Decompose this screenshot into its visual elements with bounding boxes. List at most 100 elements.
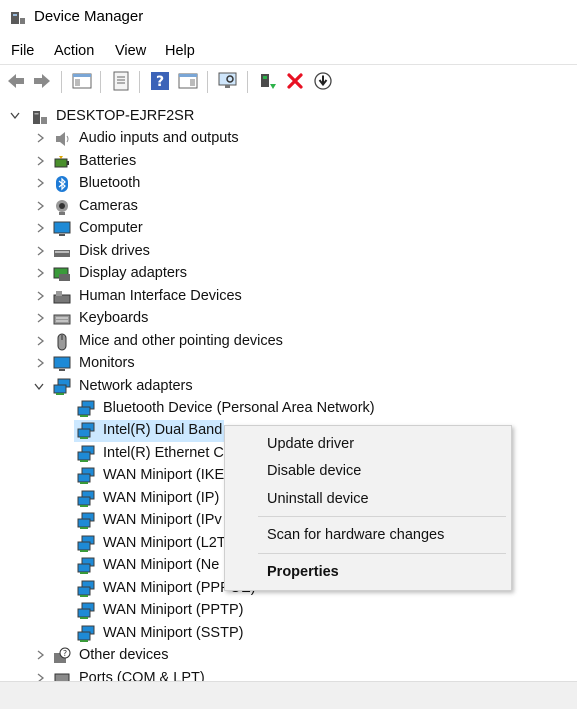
category-label: Bluetooth [79, 175, 141, 191]
title-bar: Device Manager [0, 0, 577, 37]
chevron-right-icon[interactable] [35, 267, 45, 279]
toolbar-separator [100, 71, 101, 93]
network-device-wan-ip[interactable]: WAN Miniport (IP) [0, 488, 224, 510]
chevron-right-icon[interactable] [35, 155, 45, 167]
uninstall-device-icon[interactable] [284, 70, 306, 92]
network-device-wan-ike[interactable]: WAN Miniport (IKE [0, 465, 224, 487]
tree-category-mice[interactable]: Mice and other pointing devices [0, 331, 320, 353]
category-label: Ports (COM & LPT) [79, 670, 205, 681]
properties-menu-item[interactable]: Properties [267, 564, 339, 580]
network-adapter-icon [53, 378, 71, 395]
tree-category-computer[interactable]: Computer [0, 218, 320, 240]
tree-category-keyboards[interactable]: Keyboards [0, 308, 320, 330]
device-label: WAN Miniport (IP) [103, 490, 220, 506]
svg-text:?: ? [156, 74, 164, 90]
chevron-right-icon[interactable] [35, 177, 45, 189]
network-adapter-icon [77, 467, 95, 484]
category-label: Keyboards [79, 310, 149, 326]
chevron-right-icon[interactable] [35, 200, 45, 212]
network-device-wan-pptp[interactable]: WAN Miniport (PPTP) [0, 600, 300, 622]
chevron-down-icon[interactable] [34, 380, 44, 392]
category-label: Cameras [79, 198, 138, 214]
status-bar [0, 681, 577, 709]
tree-category-bluetooth[interactable]: Bluetooth [0, 173, 320, 195]
disable-device-menu-item[interactable]: Disable device [267, 463, 361, 479]
update-driver-menu-item[interactable]: Update driver [267, 436, 354, 452]
speaker-icon [56, 132, 69, 146]
chevron-right-icon[interactable] [35, 312, 45, 324]
chevron-right-icon[interactable] [35, 649, 45, 661]
update-driver-icon[interactable] [257, 70, 279, 92]
tree-category-display-adapters[interactable]: Display adapters [0, 263, 320, 285]
scan-hardware-icon[interactable] [217, 70, 239, 92]
window-title: Device Manager [34, 8, 144, 25]
unknown-device-icon: ? [54, 647, 71, 663]
network-adapter-icon [77, 602, 95, 619]
uninstall-device-menu-item[interactable]: Uninstall device [267, 491, 369, 507]
back-arrow-icon[interactable] [5, 70, 27, 92]
category-label: Display adapters [79, 265, 187, 281]
device-label: Intel(R) Ethernet Co [103, 445, 224, 461]
network-device-wan-network-monitor[interactable]: WAN Miniport (Ne [0, 555, 224, 577]
tree-root[interactable]: DESKTOP-EJRF2SR [0, 106, 300, 128]
tree-category-hid[interactable]: Human Interface Devices [0, 286, 320, 308]
network-device-wan-l2tp[interactable]: WAN Miniport (L2T [0, 533, 224, 555]
tree-category-monitors[interactable]: Monitors [0, 353, 320, 375]
menu-action[interactable]: Action [54, 43, 94, 59]
network-adapter-icon [77, 512, 95, 529]
computer-name: DESKTOP-EJRF2SR [56, 108, 195, 124]
port-icon [54, 673, 70, 681]
device-label: Bluetooth Device (Personal Area Network) [103, 400, 375, 416]
menu-view[interactable]: View [115, 43, 146, 59]
chevron-right-icon[interactable] [35, 245, 45, 257]
chevron-down-icon[interactable] [10, 110, 20, 122]
menu-file[interactable]: File [11, 43, 34, 59]
tree-category-network-adapters[interactable]: Network adapters [0, 376, 320, 398]
tree-category-other-devices[interactable]: ? Other devices [0, 645, 320, 667]
toolbar-separator [247, 71, 248, 93]
properties-sheet-icon[interactable] [110, 70, 132, 92]
chevron-right-icon[interactable] [35, 132, 45, 144]
disk-drive-icon [54, 250, 70, 257]
hid-keyboard-icon [53, 291, 71, 304]
device-label: Intel(R) Dual Band [103, 422, 223, 438]
enable-device-icon[interactable] [312, 70, 334, 92]
category-label: Disk drives [79, 243, 150, 259]
toolbar-separator [207, 71, 208, 93]
forward-arrow-icon[interactable] [31, 70, 53, 92]
network-adapter-icon [77, 535, 95, 552]
bluetooth-icon [56, 176, 68, 192]
network-device-bt-pan[interactable]: Bluetooth Device (Personal Area Network) [0, 398, 400, 420]
network-device-wan-ipv6[interactable]: WAN Miniport (IPv [0, 510, 224, 532]
device-label: WAN Miniport (SSTP) [103, 625, 244, 641]
scan-hardware-menu-item[interactable]: Scan for hardware changes [267, 527, 444, 543]
chevron-right-icon[interactable] [35, 672, 45, 681]
network-device-wan-sstp[interactable]: WAN Miniport (SSTP) [0, 623, 300, 645]
device-label: WAN Miniport (IPv [103, 512, 222, 528]
keyboard-icon [53, 314, 71, 325]
chevron-right-icon[interactable] [35, 357, 45, 369]
action-pane-icon[interactable] [177, 70, 199, 92]
chevron-right-icon[interactable] [35, 290, 45, 302]
network-adapter-icon [77, 400, 95, 417]
category-label: Human Interface Devices [79, 288, 242, 304]
network-device-intel-dual-band[interactable]: Intel(R) Dual Band [0, 420, 224, 442]
show-hide-console-tree-icon[interactable] [71, 70, 93, 92]
tree-category-audio[interactable]: Audio inputs and outputs [0, 128, 320, 150]
network-adapter-icon [77, 422, 95, 439]
chevron-right-icon[interactable] [35, 222, 45, 234]
tree-category-cameras[interactable]: Cameras [0, 196, 320, 218]
network-adapter-icon [77, 490, 95, 507]
display-adapter-icon [53, 267, 70, 281]
tree-category-ports[interactable]: Ports (COM & LPT) [0, 668, 320, 681]
tree-category-batteries[interactable]: Batteries [0, 151, 320, 173]
menu-help[interactable]: Help [165, 43, 195, 59]
chevron-right-icon[interactable] [35, 335, 45, 347]
network-adapter-icon [77, 557, 95, 574]
help-icon[interactable]: ? [149, 70, 171, 92]
context-menu: Update driver Disable device Uninstall d… [224, 425, 512, 591]
category-label: Computer [79, 220, 143, 236]
device-manager-icon [11, 12, 25, 24]
tree-category-disk-drives[interactable]: Disk drives [0, 241, 320, 263]
network-device-intel-ethernet[interactable]: Intel(R) Ethernet Co [0, 443, 224, 465]
